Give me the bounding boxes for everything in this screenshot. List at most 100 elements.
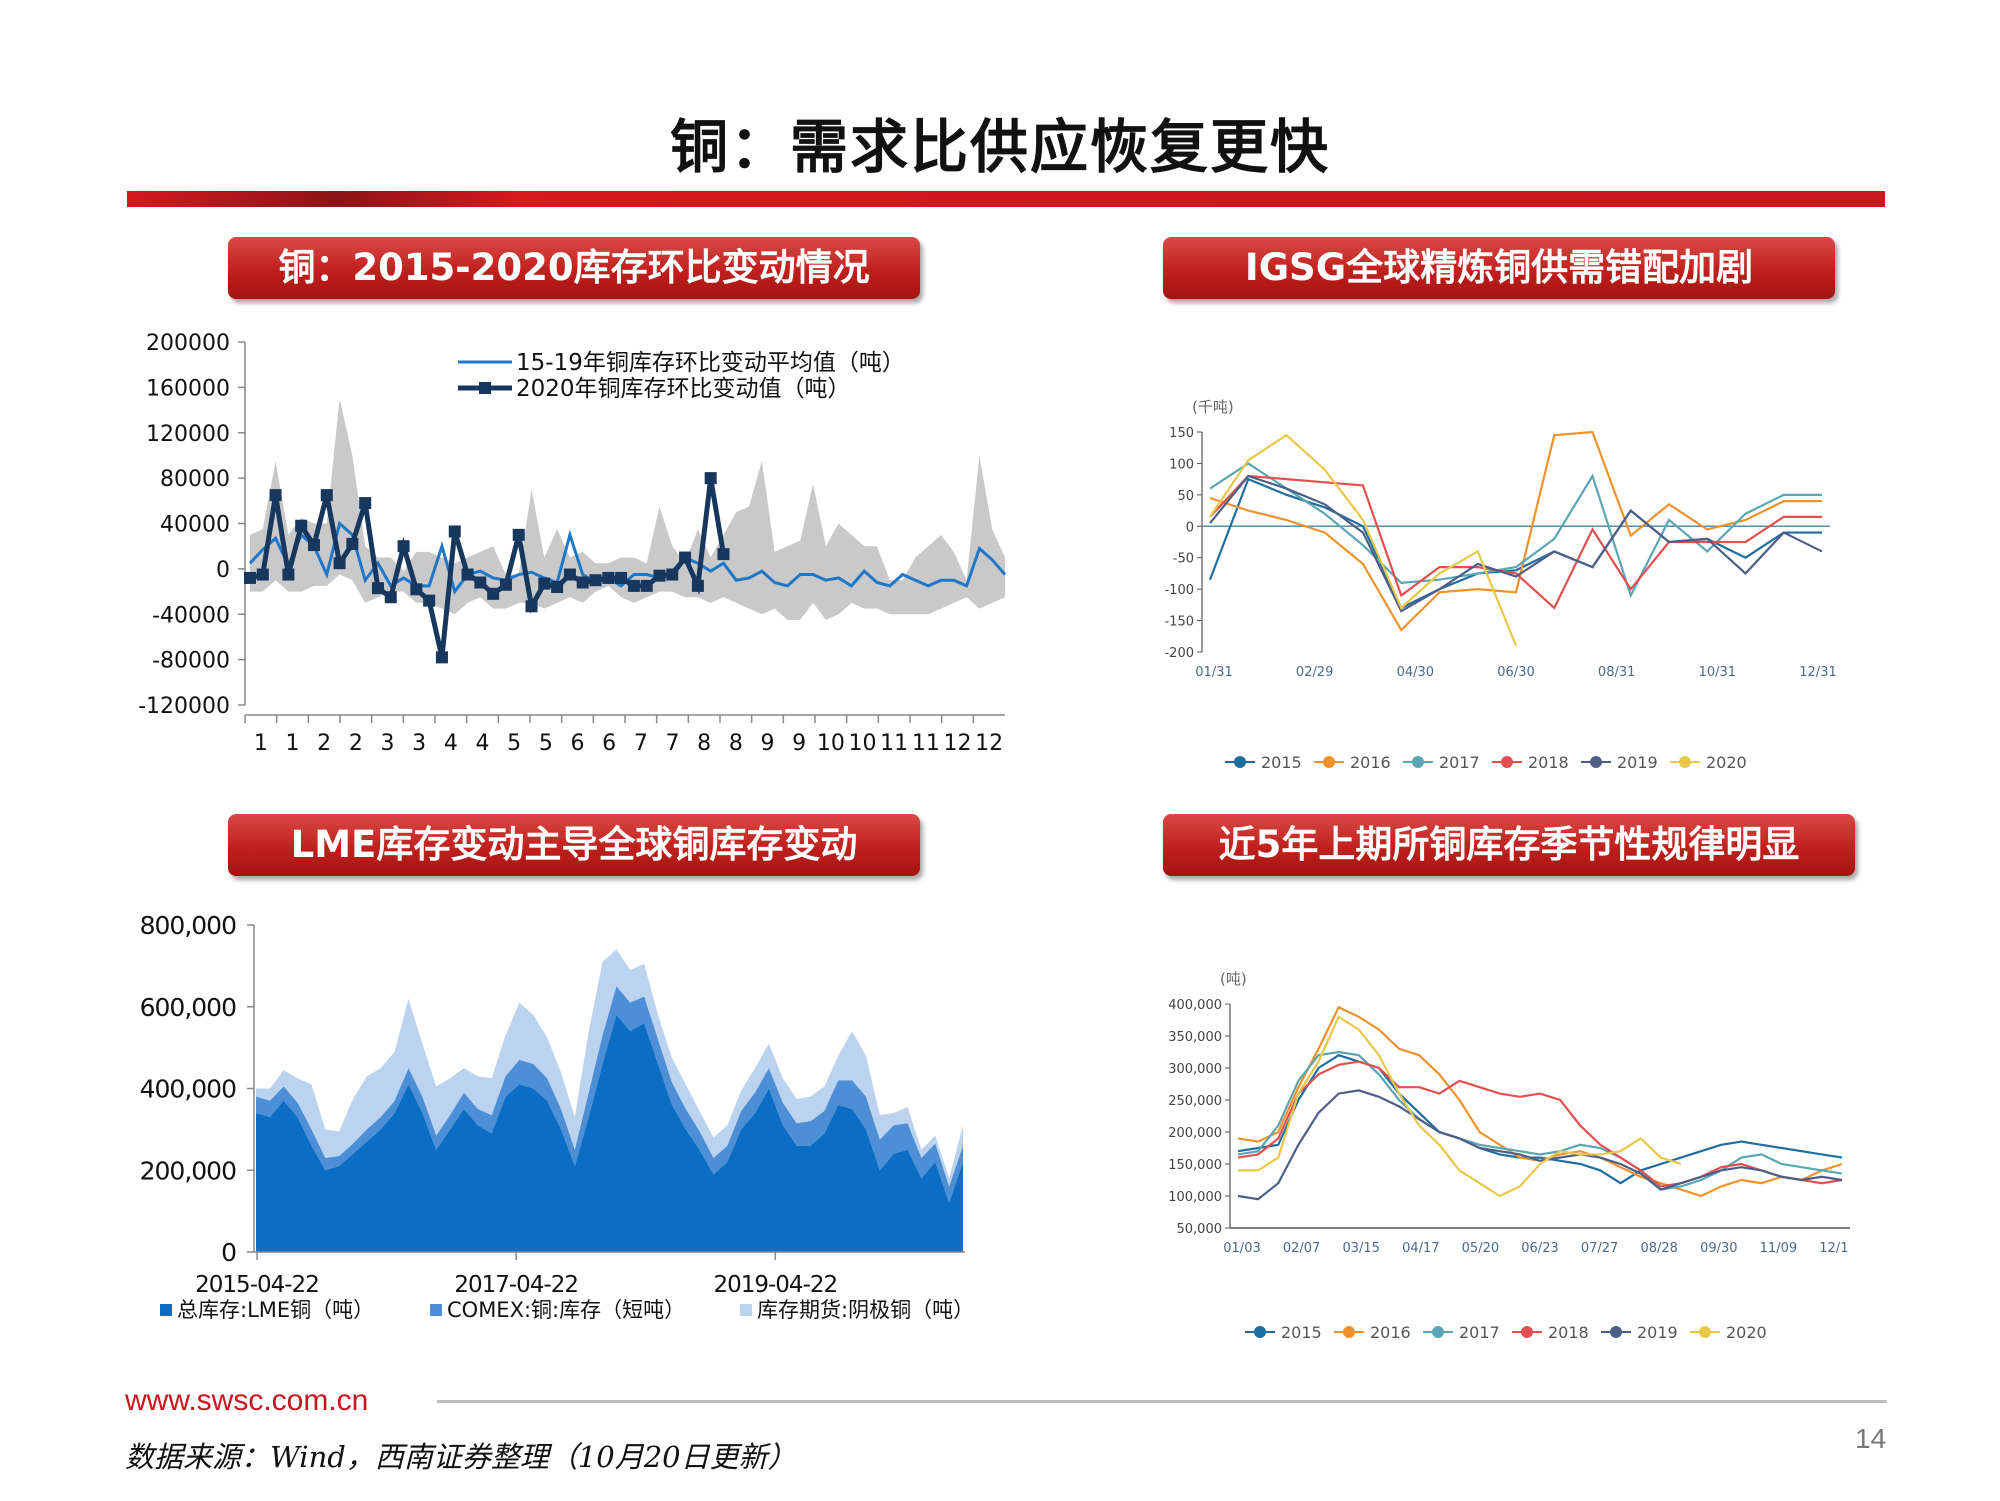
x-tick-label: 02/29 [1296,665,1333,680]
y-tick-label: -100 [1164,583,1194,598]
series-line-2019 [1237,1089,1843,1201]
data-point-2020 [576,576,589,589]
x-tick-label: 04/30 [1397,665,1434,680]
legend-label: 2018 [1528,753,1569,772]
data-point-2020 [359,497,372,510]
chart-global-inventory: 800,000 600,000 400,000 200,000 0 2015-04-22 2… [140,911,974,1322]
x-tick-label: 12/31 [1799,665,1836,680]
banner-inventory-change: 铜：2015-2020库存环比变动情况 [228,237,920,299]
data-point-2020 [691,579,704,592]
y-tick-label: -80000 [152,649,230,674]
data-point-2020 [448,525,461,538]
unit-label: (吨) [1220,970,1247,988]
legend-marker [1234,756,1246,768]
legend-marker [1254,1326,1266,1338]
y-tick-label: 400,000 [1168,998,1222,1013]
legend-marker [740,1304,752,1316]
data-point-2020 [538,577,551,590]
x-tick-label: 12 [975,731,1003,756]
y-tick-label: 40000 [160,513,230,538]
x-tick-label: 10 [817,731,845,756]
legend-label: 2020年铜库存环比变动值（吨） [516,376,851,402]
y-tick-label: 250,000 [1168,1094,1222,1109]
data-point-2020 [602,571,615,584]
legend-label: 库存期货:阴极铜（吨） [757,1298,974,1322]
y-tick-label: -40000 [152,603,230,628]
data-point-2020 [512,528,525,541]
unit-label: (千吨) [1192,398,1234,416]
y-tick-label: -150 [1164,615,1194,630]
data-point-2020 [461,568,474,581]
data-point-2020 [679,551,692,564]
data-point-2020 [653,569,666,582]
x-tick-label: 12 [944,731,972,756]
legend-marker [1699,1326,1711,1338]
data-point-2020 [269,489,282,502]
x-tick-label: 1 [254,731,268,756]
data-point-2020 [627,579,640,592]
legend-marker [430,1304,442,1316]
data-point-2020 [307,539,320,552]
legend-label: 2015 [1281,1323,1322,1342]
x-tick-label: 6 [602,731,616,756]
data-point-2020 [346,537,359,550]
x-tick-label: 04/17 [1402,1241,1439,1256]
series-line-2018 [1237,1060,1843,1188]
legend-marker [1590,756,1602,768]
data-point-2020 [499,578,512,591]
y-tick-label: 100 [1169,457,1194,472]
x-tick-label: 3 [381,731,395,756]
legend-label: 2017 [1459,1323,1500,1342]
y-tick-label: 200,000 [140,1156,236,1185]
data-point-2020 [717,548,730,561]
x-tick-label: 5 [507,731,521,756]
banner-igsg-balance: IGSG全球精炼铜供需错配加剧 [1163,237,1835,299]
series-line-2020 [1238,1015,1682,1198]
y-tick-label: 0 [221,1238,236,1267]
y-tick-label: 300,000 [1168,1062,1222,1077]
data-point-2020 [640,579,653,592]
x-tick-label: 11 [912,731,940,756]
legend-label: 15-19年铜库存环比变动平均值（吨） [516,350,905,376]
legend-label: 2017 [1439,753,1480,772]
y-tick-label: 100,000 [1168,1190,1222,1205]
y-tick-label: 400,000 [140,1075,236,1104]
x-tick-label: 09/30 [1700,1241,1737,1256]
x-tick-label: 08/31 [1598,665,1635,680]
legend-marker [1501,756,1513,768]
y-tick-label: 150 [1169,426,1194,441]
x-tick-label: 03/15 [1342,1241,1379,1256]
data-point-2020 [487,587,500,600]
data-point-2020 [333,557,346,570]
footer-divider [437,1400,1887,1403]
legend-label: 2020 [1726,1323,1767,1342]
footer-website[interactable]: www.swsc.com.cn [125,1384,368,1418]
x-tick-label: 4 [444,731,458,756]
data-point-2020 [525,600,538,613]
legend-marker [479,382,491,394]
data-point-2020 [615,571,628,584]
title-divider-bar [127,191,1885,207]
data-point-2020 [282,568,295,581]
data-point-2020 [244,571,256,584]
y-tick-label: 50 [1177,489,1194,504]
data-point-2020 [435,651,448,664]
data-point-2020 [423,594,436,607]
data-point-2020 [704,472,717,485]
series-line-2016 [1209,430,1822,632]
y-tick-label: 80000 [160,467,230,492]
x-tick-label: 9 [792,731,806,756]
data-point-2020 [320,489,333,502]
data-point-2020 [295,519,308,532]
y-tick-label: -200 [1164,646,1194,661]
source-note: 数据来源：Wind，西南证券整理（10月20日更新） [125,1440,797,1474]
x-tick-label: 2 [349,731,363,756]
data-point-2020 [384,591,397,604]
legend-label: 2019 [1617,753,1658,772]
banner-lme-inventory: LME库存变动主导全球铜库存变动 [228,814,920,876]
data-point-2020 [256,568,269,581]
y-tick-label: 200,000 [1168,1126,1222,1141]
legend-marker [1432,1326,1444,1338]
x-tick-label: 11/09 [1760,1241,1797,1256]
banner-shfe-inventory: 近5年上期所铜库存季节性规律明显 [1163,814,1855,876]
